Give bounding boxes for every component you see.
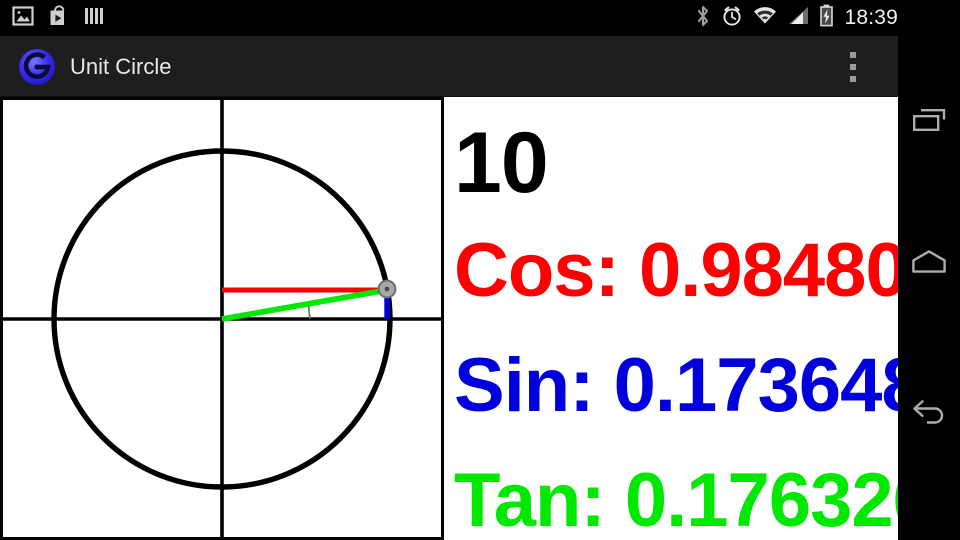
device-screen: 18:39 Unit Circle 10 Cos: 0.98480 Sin: 0… <box>0 0 960 540</box>
recents-button[interactable] <box>898 82 960 162</box>
battery-charging-icon <box>819 4 834 32</box>
play-store-icon <box>48 4 70 32</box>
overflow-dot <box>850 64 856 70</box>
status-bar: 18:39 <box>0 0 960 36</box>
photo-icon <box>12 5 34 31</box>
home-icon <box>912 250 946 273</box>
back-button[interactable] <box>898 372 960 452</box>
sin-readout: Sin: 0.173648 <box>454 343 898 428</box>
unit-circle-canvas[interactable] <box>0 97 444 540</box>
status-bar-clock: 18:39 <box>844 6 898 29</box>
status-bar-system-icons: 18:39 <box>695 0 898 36</box>
readout-panel: 10 Cos: 0.984807 Sin: 0.173648 Tan: 0.17… <box>446 97 898 540</box>
wifi-icon <box>753 6 777 31</box>
bluetooth-icon <box>695 5 711 32</box>
point-marker-center <box>384 286 390 292</box>
back-icon <box>913 400 944 424</box>
overflow-dot <box>850 76 856 82</box>
recents-icon <box>913 109 946 132</box>
angle-readout: 10 <box>454 115 549 211</box>
main-content: 10 Cos: 0.984807 Sin: 0.173648 Tan: 0.17… <box>0 97 898 540</box>
navigation-bar <box>898 0 960 540</box>
home-button[interactable] <box>898 222 960 302</box>
unit-circle-svg[interactable] <box>0 97 444 540</box>
unit-circle-app-icon <box>18 48 56 86</box>
overflow-menu-button[interactable] <box>838 50 868 84</box>
signal-icon <box>787 6 809 31</box>
action-bar: Unit Circle <box>0 36 898 97</box>
overflow-dot <box>850 52 856 58</box>
cos-readout: Cos: 0.984807 <box>454 228 898 313</box>
bars-icon <box>84 6 104 31</box>
status-bar-notification-icons <box>12 0 104 36</box>
tan-readout: Tan: 0.176326 <box>454 458 898 540</box>
page-title: Unit Circle <box>70 54 172 79</box>
alarm-icon <box>721 5 743 32</box>
